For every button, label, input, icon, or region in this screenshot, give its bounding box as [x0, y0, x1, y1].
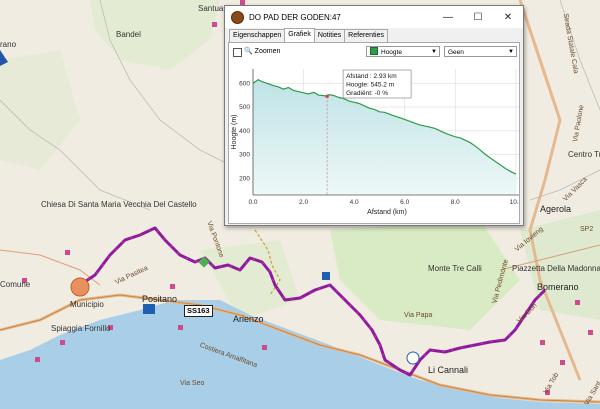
map-label: Piazzetta Della Madonna Del	[512, 264, 600, 273]
close-button[interactable]: ✕	[493, 6, 523, 28]
x-tick-label: 10.4	[510, 199, 519, 206]
map-label: Chiesa Di Santa Maria Vecchia Del Castel…	[41, 200, 197, 209]
maximize-button[interactable]: ☐	[463, 6, 493, 28]
map-label: Spiaggia Fornillo	[51, 324, 111, 333]
y-tick-label: 300	[239, 152, 250, 159]
road-shield: SS163	[184, 305, 213, 317]
tab-bar: Eigenschappen Grafiek Notities Referenti…	[229, 28, 523, 43]
app-icon	[231, 10, 244, 24]
tab-notities[interactable]: Notities	[313, 29, 346, 42]
map-label: SP2	[580, 226, 594, 233]
map-label: Municipio	[70, 300, 104, 309]
tab-grafiek[interactable]: Grafiek	[284, 28, 315, 43]
secondary-select[interactable]: Geen ▼	[444, 46, 517, 57]
tab-eigenschappen[interactable]: Eigenschappen	[229, 29, 286, 42]
cursor-point	[325, 94, 329, 99]
series-select[interactable]: Hoogte ▼	[366, 46, 440, 57]
zoom-label: 🔍 Zoomen	[244, 48, 281, 55]
tab-referenties[interactable]: Referenties	[344, 29, 388, 42]
map-label: Via Papa	[404, 312, 433, 319]
x-tick-label: 6.0	[400, 199, 409, 206]
zoom-checkbox[interactable]	[233, 48, 242, 57]
minimize-button[interactable]: —	[433, 6, 463, 28]
x-tick-label: 4.0	[350, 199, 359, 206]
map-label: Positano	[142, 294, 178, 304]
chevron-down-icon: ▼	[431, 49, 437, 55]
y-tick-label: 200	[239, 175, 250, 182]
map-label: Monte Tre Calli	[428, 264, 482, 273]
map-label: Via Seo	[180, 380, 205, 387]
map-label: rano	[0, 40, 17, 49]
x-tick-label: 8.0	[451, 199, 460, 206]
y-tick-label: 600	[239, 80, 250, 87]
map-label: Agerola	[540, 204, 572, 214]
map-label: Bomerano	[537, 282, 579, 292]
x-tick-label: 2.0	[299, 199, 308, 206]
tooltip-line: Gradiënt: -0 %	[346, 90, 388, 97]
graph-panel: 🔍 Zoomen Hoogte ▼ Geen ▼ 600 500 400 300 200 0.…	[228, 42, 520, 224]
x-axis-label: Afstand (km)	[367, 209, 407, 216]
y-axis-label: Hoogte (m)	[231, 114, 238, 149]
y-tick-label: 400	[239, 128, 250, 135]
chevron-down-icon: ▼	[508, 49, 514, 55]
series-color-swatch	[370, 47, 378, 55]
map-label: Centro Tu	[568, 150, 600, 159]
tooltip-line: Afstand : 2.93 km	[346, 73, 397, 80]
x-tick-label: 0.0	[248, 199, 257, 206]
title-bar[interactable]: DO PAD DER GODEN:47 — ☐ ✕	[225, 6, 523, 28]
window-title: DO PAD DER GODEN:47	[249, 12, 341, 22]
tooltip-line: Hoogte: 545.2 m	[346, 82, 394, 89]
map-label: Arienzo	[233, 314, 264, 324]
map-label: Bandel	[116, 30, 141, 39]
graph-toolbar: 🔍 Zoomen Hoogte ▼ Geen ▼	[229, 45, 519, 59]
y-tick-label: 500	[239, 104, 250, 111]
parking-icon	[143, 304, 155, 314]
map-label: Comune	[0, 280, 31, 289]
track-properties-window[interactable]: DO PAD DER GODEN:47 — ☐ ✕ Eigenschappen …	[224, 5, 524, 226]
elevation-chart[interactable]: 600 500 400 300 200 0.0 2.0 4.0 6.0 8.0 10.4 Afstan…	[229, 61, 519, 223]
map-label: Li Cannali	[428, 365, 469, 375]
